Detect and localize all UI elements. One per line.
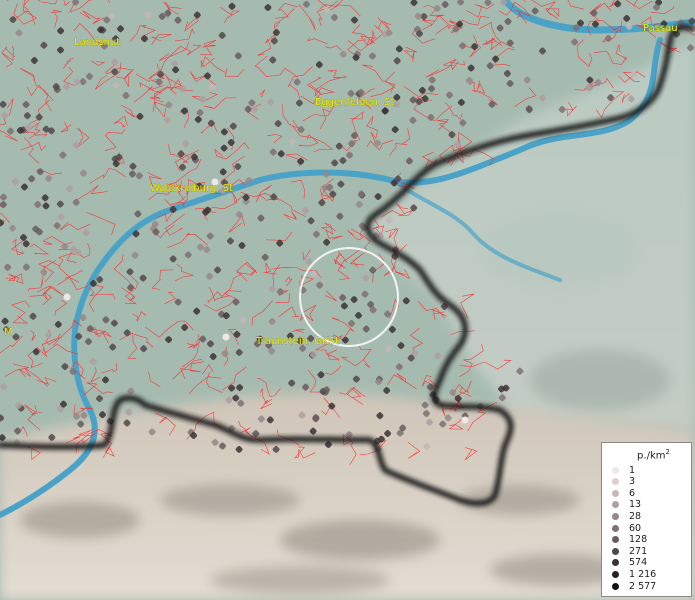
legend-item: 28 [612, 511, 685, 523]
legend-swatch [612, 524, 619, 532]
legend-title-text: p./km [637, 450, 666, 462]
population-marker [222, 333, 230, 341]
legend-swatch [612, 559, 619, 567]
map-label-eggenfelden: Eggenfelden, St [315, 97, 394, 108]
legend-item: 271 [612, 545, 685, 557]
legend-item: 60 [612, 522, 685, 534]
legend-label: 60 [629, 522, 642, 534]
legend-swatch [612, 513, 619, 520]
map-label-landshut: Landshut [74, 37, 120, 48]
legend-swatch [612, 489, 619, 497]
legend-item: 2 577 [612, 580, 685, 592]
population-marker [63, 293, 71, 301]
legend-label: 574 [629, 557, 648, 569]
legend-label: 6 [629, 487, 636, 499]
legend-item: 6 [612, 488, 685, 500]
map-label-waldkraiburg: Waldkraiburg, St [150, 183, 233, 194]
legend-label: 1 [629, 464, 636, 476]
legend-label: 271 [629, 545, 648, 557]
legend-label: 28 [629, 511, 642, 522]
map-label-traunstein: Traunstein, GKSt [255, 336, 339, 347]
legend-item: 128 [612, 534, 685, 546]
population-marker [461, 416, 469, 424]
legend-label: 3 [629, 476, 636, 488]
legend-rows: 1 3 6 13 28 60 128 271 574 1 216 2 577 [612, 464, 685, 592]
legend-title: p./km2 [622, 446, 685, 462]
legend-swatch [612, 570, 619, 578]
legend-swatch [612, 466, 619, 474]
population-density-map[interactable]: Landshut Passau Eggenfelden, St Waldkrai… [0, 0, 695, 600]
legend-swatch [612, 547, 619, 555]
legend-item: 3 [612, 476, 685, 488]
legend-item: 13 [612, 499, 685, 511]
density-legend: p./km2 1 3 6 13 28 60 128 271 574 1 216 2 577 [601, 442, 692, 597]
legend-swatch [612, 501, 619, 509]
map-label-m-edge: M [4, 327, 13, 338]
legend-item: 1 [612, 464, 685, 476]
legend-label: 1 216 [629, 568, 657, 580]
legend-swatch [612, 536, 619, 544]
legend-label: 128 [629, 534, 648, 546]
legend-item: 1 216 [612, 569, 685, 581]
map-label-passau: Passau [643, 23, 678, 34]
legend-title-superscript: 2 [665, 448, 670, 456]
legend-label: 13 [629, 499, 642, 511]
legend-swatch [612, 582, 619, 590]
legend-swatch [612, 478, 619, 486]
legend-label: 2 577 [629, 580, 657, 592]
legend-item: 574 [612, 557, 685, 569]
